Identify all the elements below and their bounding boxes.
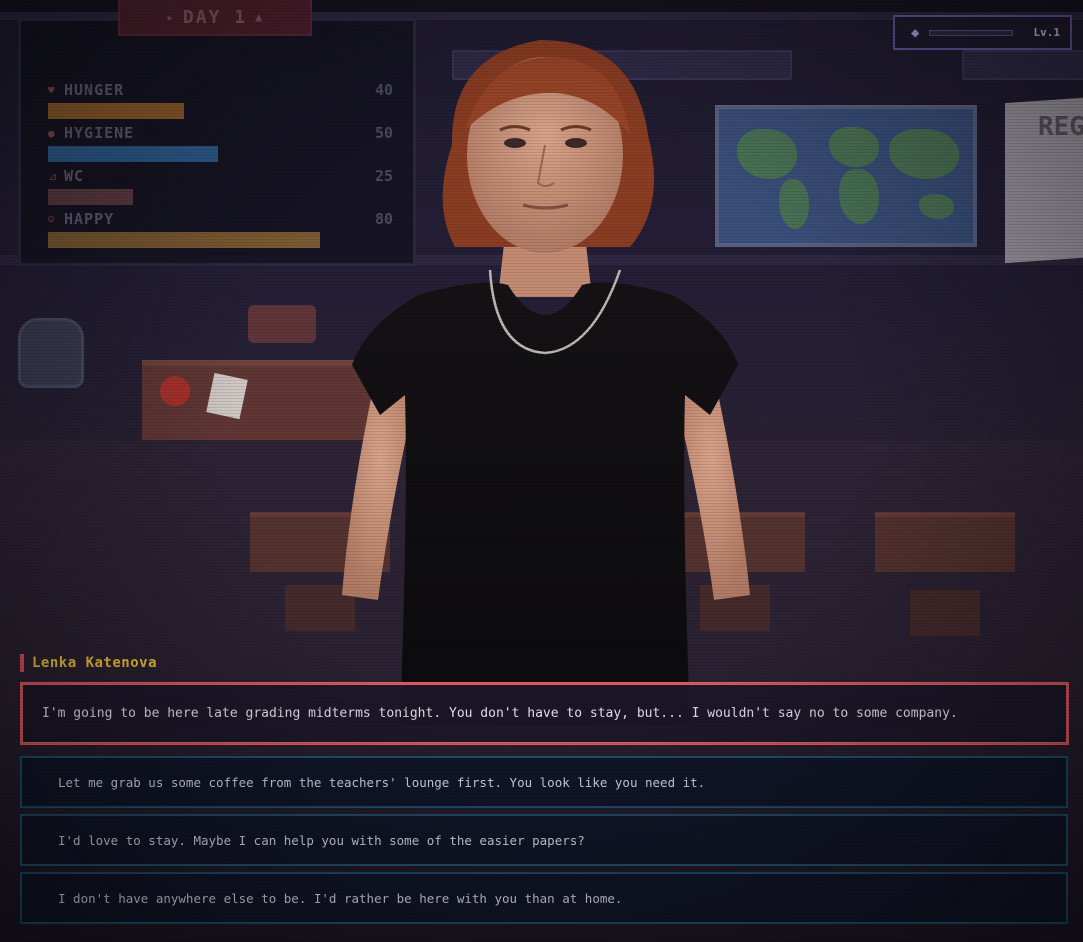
speaker-label: Lenka Katenova — [20, 654, 157, 672]
waste-bin — [18, 318, 84, 388]
stat-label: HAPPY — [64, 210, 115, 228]
ceiling-lamp — [962, 50, 1083, 80]
heart-icon: ♥ — [48, 83, 55, 97]
stat-bar-fill — [48, 189, 133, 205]
stat-label: HUNGER — [64, 81, 125, 99]
dialogue-text: I'm going to be here late grading midter… — [42, 706, 958, 721]
stat-label: WC — [64, 167, 85, 185]
choice-text: Let me grab us some coffee from the teac… — [58, 774, 706, 790]
speaker-name: Lenka Katenova — [32, 655, 158, 671]
stat-bar-fill — [48, 232, 320, 248]
day-label: DAY 1 — [182, 6, 248, 28]
choice-option-1[interactable]: Let me grab us some coffee from the teac… — [20, 756, 1068, 808]
student-chair — [910, 590, 980, 636]
level-label: Lv.1 — [1033, 26, 1061, 39]
teacher-chair — [248, 305, 316, 343]
choice-option-3[interactable]: I don't have anywhere else to be. I'd ra… — [20, 872, 1068, 924]
graduation-cap-icon: ◆ — [911, 24, 920, 41]
choice-option-2[interactable]: I'd love to stay. Maybe I can help you w… — [20, 814, 1068, 866]
xp-bar — [929, 29, 1014, 36]
speaker-accent-bar — [20, 654, 24, 672]
stat-bar-fill — [48, 146, 218, 162]
black-dress — [352, 282, 738, 725]
choice-text: I'd love to stay. Maybe I can help you w… — [58, 832, 585, 848]
character-portrait — [342, 40, 750, 725]
star-icon: ★ — [165, 10, 175, 24]
toilet-icon: ⊿ — [48, 169, 58, 183]
smile-icon: ☺ — [48, 212, 55, 226]
student-desk — [875, 512, 1015, 572]
dialogue-box[interactable]: I'm going to be here late grading midter… — [20, 682, 1069, 745]
apple — [160, 376, 190, 406]
stat-label: HYGIENE — [64, 124, 135, 142]
stat-bar-fill — [48, 103, 184, 119]
soap-icon: ● — [48, 126, 55, 140]
wall-poster-text: REG — [1038, 112, 1083, 142]
level-widget[interactable]: ◆ Lv.1 — [893, 15, 1072, 50]
caret-up-icon: ▲ — [255, 10, 265, 24]
choice-text: I don't have anywhere else to be. I'd ra… — [58, 890, 623, 906]
day-indicator: ★ DAY 1 ▲ — [118, 0, 312, 36]
